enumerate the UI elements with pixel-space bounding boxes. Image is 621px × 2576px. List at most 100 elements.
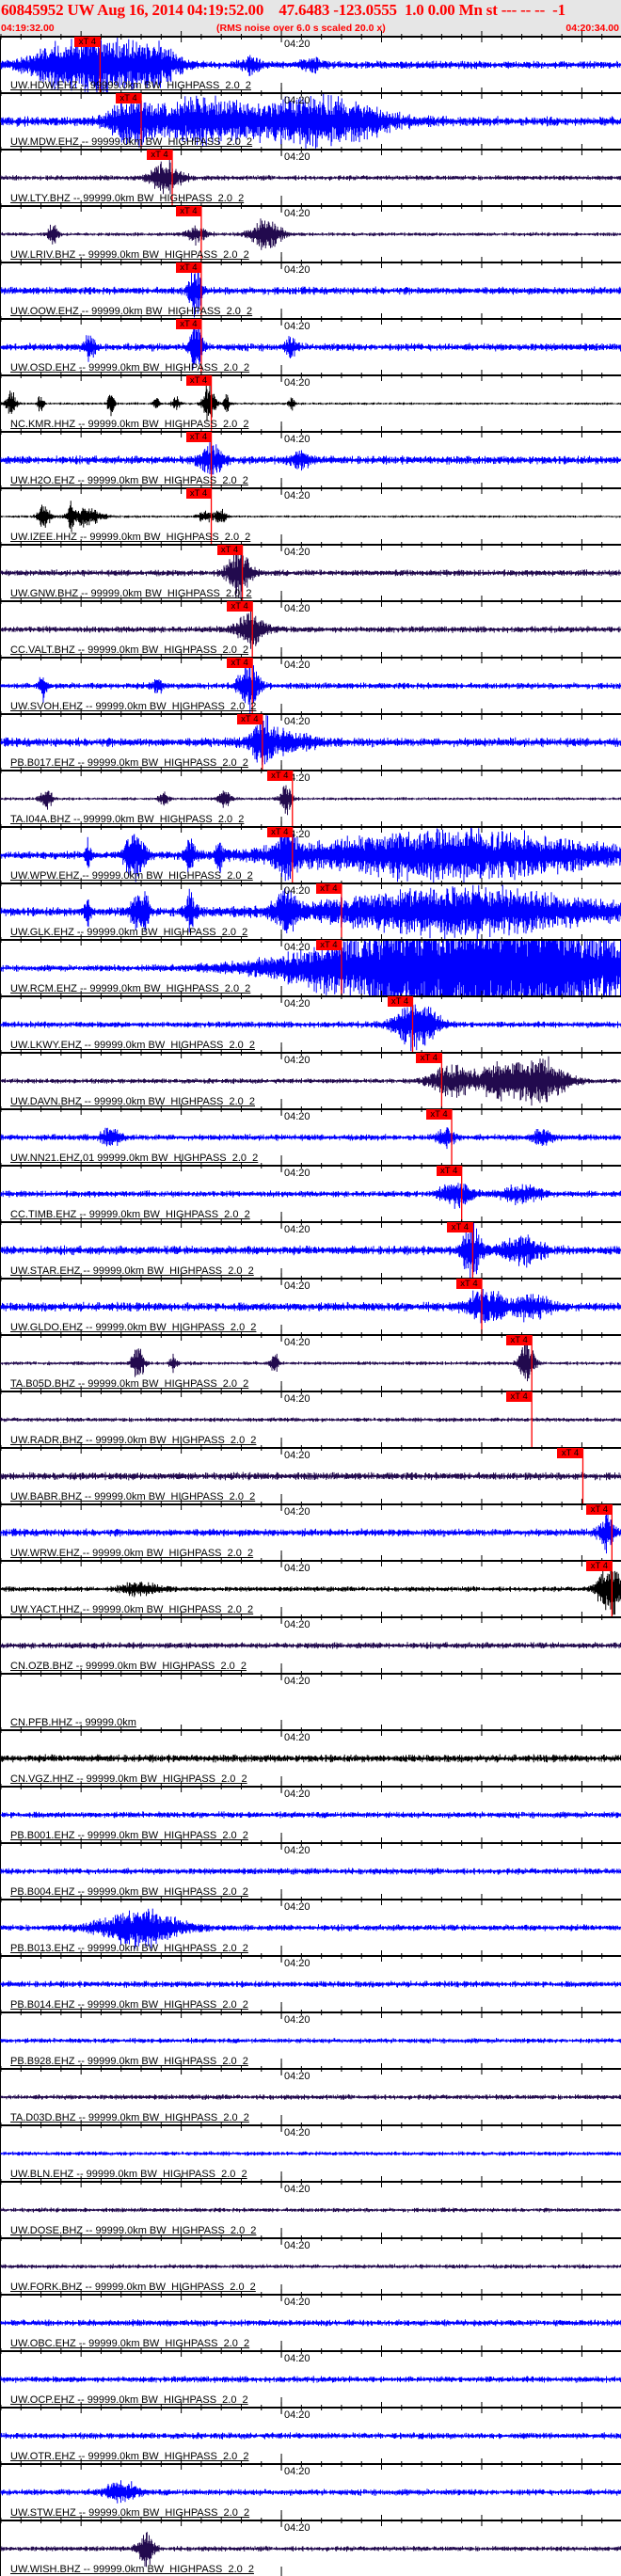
pick-flag[interactable]: xT 4 [227, 658, 253, 668]
waveform [0, 1508, 621, 1554]
minute-label: 04:20 [284, 2071, 310, 2082]
waveform [0, 1642, 621, 1649]
pick-flag[interactable]: xT 4 [147, 150, 173, 160]
station-label: PB.B013.EHZ -- 99999.0km BW HIGHPASS 2.0… [10, 1943, 248, 1954]
pick-flag[interactable]: xT 4 [416, 1053, 442, 1063]
scaling-note: (RMS noise over 6.0 s scaled 20.0 x) [216, 23, 386, 34]
trace-panel: 04:20 TA.D03D.BHZ -- 99999.0km BW HIGHPAS… [0, 2063, 621, 2132]
trace-panel: 04:20 CN.OZB.BHZ -- 99999.0km BW HIGHPASS… [0, 1612, 621, 1680]
pick-flag[interactable]: xT 4 [586, 1561, 613, 1571]
minute-label: 04:20 [284, 1393, 310, 1405]
minute-label: 04:20 [284, 1337, 310, 1348]
pick-flag[interactable]: xT 4 [315, 883, 342, 894]
pick-flag[interactable]: xT 4 [506, 1335, 533, 1345]
trace-panel: 04:20 xT 4 UW.RCM.EHZ -- 99999.0km BW HIGH… [0, 934, 621, 1003]
waveform [0, 1417, 621, 1423]
station-label: PB.B001.EHZ -- 99999.0km BW HIGHPASS 2.0… [10, 1830, 248, 1841]
pick-flag[interactable]: xT 4 [436, 1166, 462, 1176]
station-label: UW.LKWY.EHZ -- 99999.0km BW HIGHPASS 2.0… [10, 1040, 256, 1051]
trace-panel: 04:20 CN.PFB.HHZ -- 99999.0km [0, 1668, 621, 1737]
trace-panel: 04:20 PB.B004.EHZ -- 99999.0km BW HIGHPAS… [0, 1837, 621, 1906]
trace-panel: 04:20 xT 4 UW.WRW.EHZ -- 99999.0km BW HIGH… [0, 1499, 621, 1567]
trace-panel: 04:20 UW.STW.EHZ -- 99999.0km BW HIGHPASS… [0, 2458, 621, 2527]
station-label: UW.OOW.EHZ -- 99999.0km BW HIGHPASS 2.0 … [10, 306, 253, 317]
station-label: TA.B05D.BHZ -- 99999.0km BW HIGHPASS 2.0… [10, 1378, 249, 1390]
station-label: UW.WISH.BHZ -- 99999.0km BW HIGHPASS 2.0… [10, 2564, 254, 2575]
pick-flag[interactable]: xT 4 [455, 1279, 482, 1289]
minute-label: 04:20 [284, 716, 310, 727]
pick-flag[interactable]: xT 4 [216, 545, 243, 555]
pick-flag[interactable]: xT 4 [175, 262, 201, 273]
trace-panel: 04:20 xT 4 UW.DAVN.BHZ -- 99999.0km BW HIG… [0, 1047, 621, 1116]
pick-flag[interactable]: xT 4 [315, 940, 342, 950]
trace-panel: 04:20 xT 4 UW.BABR.BHZ -- 99999.0km BW HIG… [0, 1442, 621, 1511]
station-label: UW.WPW.EHZ -- 99999.0km BW HIGHPASS 2.0 … [10, 870, 253, 882]
waveform [0, 1471, 621, 1481]
pick-flag[interactable]: xT 4 [447, 1222, 473, 1232]
pick-flag[interactable]: xT 4 [74, 37, 101, 47]
trace-panel: 04:20 xT 4 UW.WPW.EHZ -- 99999.0km BW HIGH… [0, 821, 621, 890]
pick-flag[interactable]: xT 4 [116, 93, 142, 103]
minute-label: 04:20 [284, 660, 310, 671]
waveform [0, 2432, 621, 2440]
event-header: 60845952 UW Aug 16, 2014 04:19:52.00 47.… [0, 0, 621, 36]
station-label: UW.IZEE.HHZ -- 99999.0km BW HIGHPASS 2.0… [10, 532, 251, 543]
station-label: CC.TIMB.EHZ -- 99999.0km BW HIGHPASS 2.0… [10, 1209, 250, 1220]
pick-flag[interactable]: xT 4 [175, 206, 201, 216]
pick-flag[interactable]: xT 4 [185, 432, 212, 442]
pick-flag[interactable]: xT 4 [236, 714, 263, 724]
waveform [0, 2532, 621, 2568]
trace-panel: 04:20 xT 4 UW.H2O.EHZ -- 99999.0km BW HIGH… [0, 426, 621, 495]
minute-label: 04:20 [284, 1280, 310, 1292]
trace-panel: 04:20 xT 4 UW.LTY.BHZ -- 99999.0km BW HIGH… [0, 144, 621, 213]
waveform [0, 2376, 621, 2383]
minute-label: 04:20 [284, 264, 310, 276]
trace-panel: 04:20 xT 4 UW.OOW.EHZ -- 99999.0km BW HIGH… [0, 257, 621, 326]
station-label: UW.NN21.EHZ.01 99999.0km BW HIGHPASS 2.0… [10, 1153, 259, 1164]
pick-flag[interactable]: xT 4 [175, 319, 201, 329]
station-label: UW.H2O.EHZ -- 99999.0km BW HIGHPASS 2.0 … [10, 475, 248, 486]
pick-flag[interactable]: xT 4 [557, 1448, 583, 1458]
station-label: UW.STW.EHZ -- 99999.0km BW HIGHPASS 2.0 … [10, 2507, 250, 2519]
trace-panel: 04:20 UW.OBC.EHZ -- 99999.0km BW HIGHPASS… [0, 2289, 621, 2358]
pick-flag[interactable]: xT 4 [266, 827, 293, 837]
minute-label: 04:20 [284, 547, 310, 558]
pick-flag[interactable]: xT 4 [426, 1109, 453, 1120]
trace-panel: 04:20 xT 4 UW.STAR.EHZ -- 99999.0km BW HIG… [0, 1216, 621, 1285]
pick-flag[interactable]: xT 4 [185, 375, 212, 386]
window-end-time: 04:20:34.00 [565, 23, 619, 34]
pick-flag[interactable]: xT 4 [586, 1504, 613, 1515]
station-label: UW.FORK.BHZ -- 99999.0km BW HIGHPASS 2.0… [10, 2282, 256, 2293]
pick-flag[interactable]: xT 4 [387, 996, 413, 1007]
minute-label: 04:20 [284, 1619, 310, 1630]
minute-label: 04:20 [284, 434, 310, 445]
trace-panel: 04:20 xT 4 UW.LKWY.EHZ -- 99999.0km BW HIG… [0, 991, 621, 1059]
waveform [0, 218, 621, 250]
minute-label: 04:20 [284, 151, 310, 163]
pick-flag[interactable]: xT 4 [185, 488, 212, 499]
minute-label: 04:20 [284, 1055, 310, 1066]
event-title: 60845952 UW Aug 16, 2014 04:19:52.00 47.… [1, 1, 565, 19]
minute-label: 04:20 [284, 2297, 310, 2308]
pick-flag[interactable]: xT 4 [227, 601, 253, 612]
trace-panel: 04:20 xT 4 UW.IZEE.HHZ -- 99999.0km BW HIG… [0, 483, 621, 551]
minute-label: 04:20 [284, 2184, 310, 2195]
waveform [0, 2093, 621, 2101]
minute-label: 04:20 [284, 1901, 310, 1913]
station-label: UW.DAVN.BHZ -- 99999.0km BW HIGHPASS 2.0… [10, 1096, 255, 1107]
minute-label: 04:20 [284, 1506, 310, 1518]
waveform [0, 2037, 621, 2044]
pick-flag[interactable]: xT 4 [266, 771, 293, 781]
minute-label: 04:20 [284, 2466, 310, 2477]
station-label: UW.HDW.EHZ -- 99999.0km BW HIGHPASS 2.0 … [10, 80, 251, 91]
trace-panel: 04:20 UW.OTR.EHZ -- 99999.0km BW HIGHPASS… [0, 2402, 621, 2471]
pick-flag[interactable]: xT 4 [506, 1391, 533, 1402]
minute-label: 04:20 [284, 95, 310, 106]
trace-panel: 04:20 xT 4 UW.YACT.HHZ -- 99999.0km BW HIG… [0, 1555, 621, 1624]
trace-panel: 04:20 xT 4 TA.I04A.BHZ -- 99999.0km BW HIG… [0, 765, 621, 834]
minute-label: 04:20 [284, 321, 310, 332]
station-label: UW.RADR.BHZ -- 99999.0km BW HIGHPASS 2.0… [10, 1435, 257, 1446]
minute-label: 04:20 [284, 1168, 310, 1179]
waveform [0, 1289, 621, 1324]
minute-label: 04:20 [284, 1450, 310, 1461]
